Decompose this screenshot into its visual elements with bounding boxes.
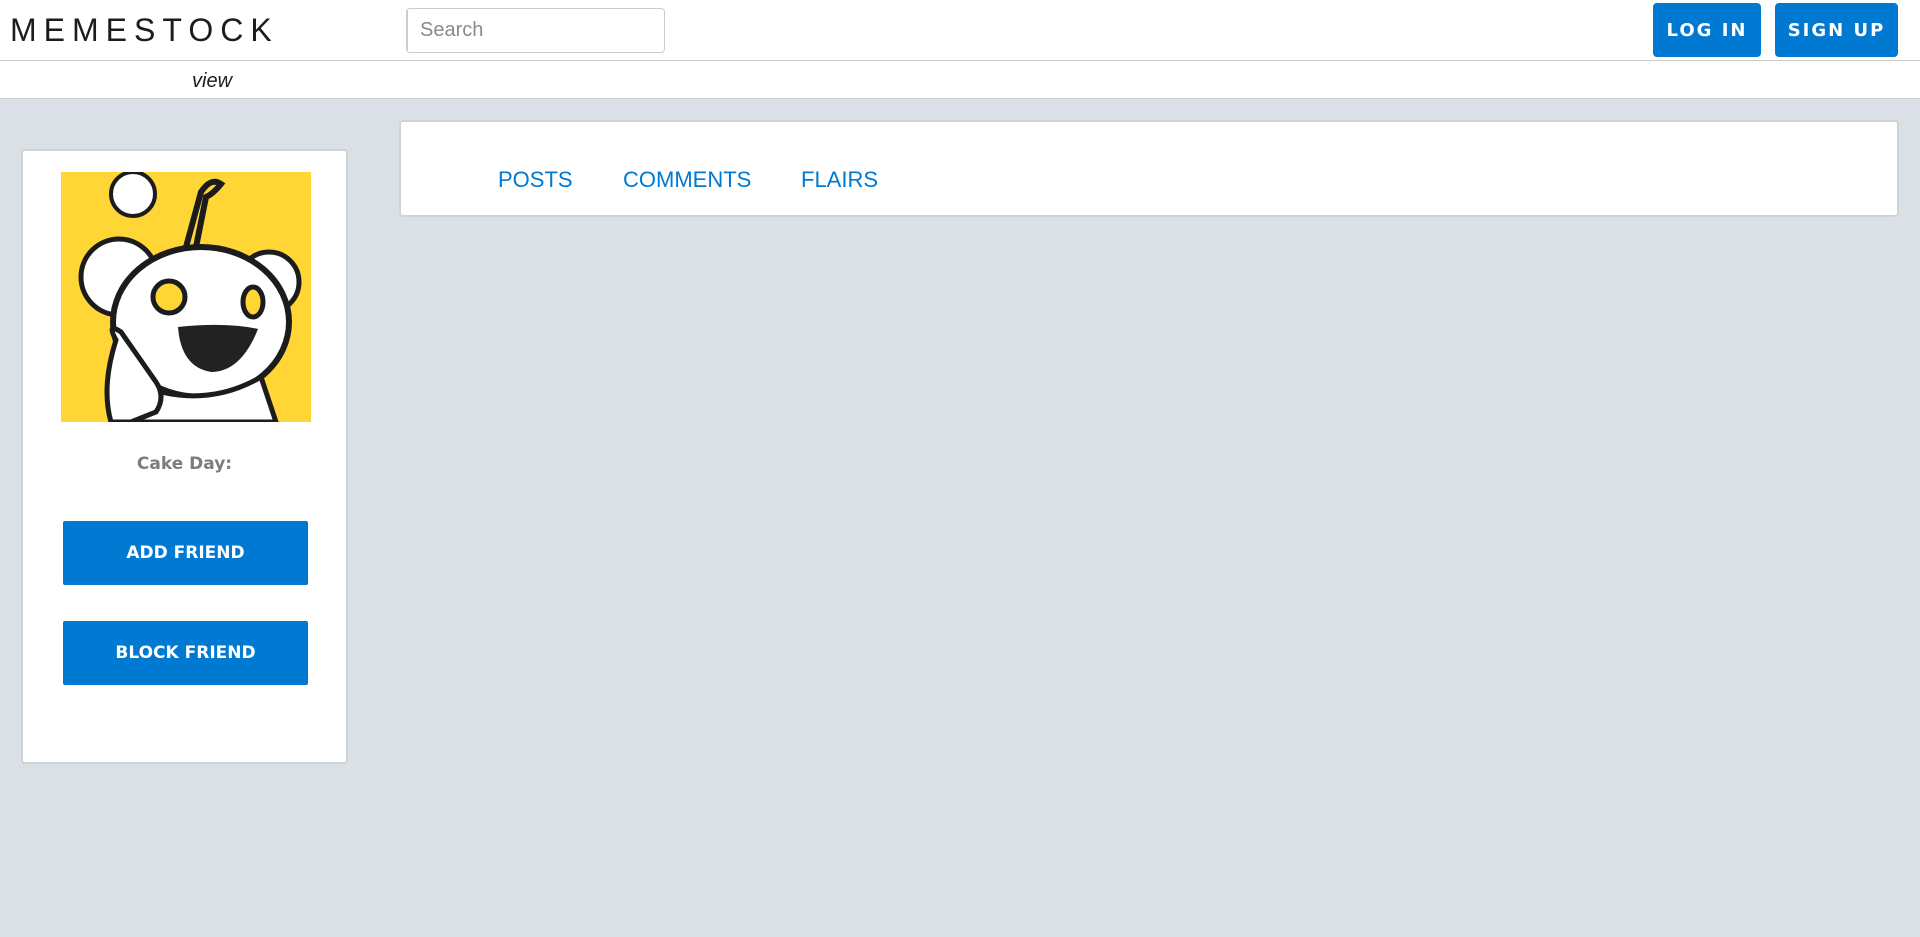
search-input[interactable] — [408, 9, 664, 52]
sub-navbar: view — [0, 61, 1920, 99]
add-friend-button[interactable]: ADD FRIEND — [63, 521, 308, 585]
search-bar — [406, 8, 665, 53]
tab-comments[interactable]: COMMENTS — [623, 167, 751, 193]
block-friend-button[interactable]: BLOCK FRIEND — [63, 621, 308, 685]
tab-flairs[interactable]: FLAIRS — [801, 167, 878, 193]
tab-posts[interactable]: POSTS — [498, 167, 573, 193]
profile-tabs: POSTS COMMENTS FLAIRS — [399, 120, 1899, 217]
profile-card: Cake Day: ADD FRIEND BLOCK FRIEND — [21, 149, 348, 764]
view-label: view — [192, 70, 233, 92]
signup-button[interactable]: SIGN UP — [1775, 3, 1898, 57]
top-navbar: MEMESTOCK LOG IN SIGN UP — [0, 0, 1920, 61]
cake-day-label: Cake Day: — [136, 454, 233, 474]
snoo-avatar-icon — [61, 172, 311, 422]
site-logo[interactable]: MEMESTOCK — [10, 12, 279, 49]
login-button[interactable]: LOG IN — [1653, 3, 1761, 57]
